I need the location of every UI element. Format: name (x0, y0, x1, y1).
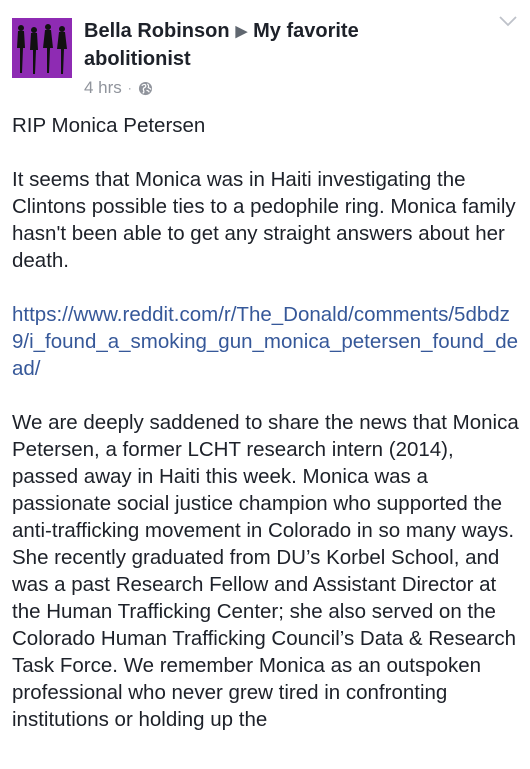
reddit-link[interactable]: https://www.reddit.com/r/The_Donald/comm… (12, 301, 524, 382)
chevron-down-icon[interactable] (498, 14, 518, 28)
post-paragraph-haiti: It seems that Monica was in Haiti invest… (12, 168, 516, 272)
timestamp[interactable]: 4 hrs (84, 78, 122, 98)
meta-separator: · (127, 81, 132, 95)
quoted-statement: We are deeply saddened to share the news… (12, 411, 519, 731)
author-name[interactable]: Bella Robinson (84, 20, 230, 42)
globe-icon (138, 81, 152, 95)
triangle-right-icon: ▶ (235, 23, 248, 40)
women-silhouettes-icon (12, 18, 72, 78)
avatar[interactable] (12, 18, 72, 78)
post-title: Bella Robinson ▶ My favorite abolitionist (84, 18, 464, 73)
post-paragraph-rip: RIP Monica Petersen (12, 114, 206, 137)
post-body: RIP Monica Petersen It seems that Monica… (12, 112, 524, 760)
post-meta: 4 hrs · (84, 78, 153, 98)
post-header: Bella Robinson ▶ My favorite abolitionist … (0, 0, 530, 100)
